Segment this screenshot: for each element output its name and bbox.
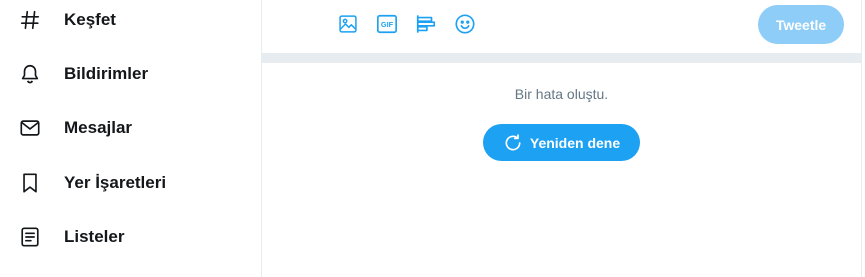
refresh-icon <box>503 133 523 153</box>
sidebar-item-label: Listeler <box>64 227 125 246</box>
sidebar-item-lists[interactable]: Listeler <box>0 217 240 257</box>
sidebar-item-label: Mesajlar <box>64 118 133 137</box>
sidebar-item-explore[interactable]: Keşfet <box>0 0 240 40</box>
image-icon[interactable] <box>336 12 360 36</box>
sidebar-item-notifications[interactable]: Bildirimler <box>0 54 240 94</box>
list-icon <box>18 225 42 249</box>
gif-icon-text: GIF <box>381 20 394 29</box>
sidebar-item-messages[interactable]: Mesajlar <box>0 108 240 148</box>
bell-icon <box>18 62 42 86</box>
composer-toolbar: GIF Tweetle <box>262 0 861 53</box>
sidebar-item-bookmarks[interactable]: Yer İşaretleri <box>0 163 240 203</box>
retry-button-label: Yeniden dene <box>529 134 621 151</box>
poll-icon[interactable] <box>414 12 438 36</box>
gif-icon[interactable]: GIF <box>375 12 399 36</box>
envelope-icon <box>18 116 42 140</box>
main-column: GIF Tweetle Bir hata oluştu. Yeniden den… <box>262 0 862 277</box>
sidebar-item-label: Yer İşaretleri <box>64 173 167 192</box>
emoji-icon[interactable] <box>453 12 477 36</box>
sidebar-item-label: Bildirimler <box>64 64 149 83</box>
hashtag-icon <box>18 8 42 32</box>
retry-button[interactable]: Yeniden dene <box>483 124 640 161</box>
sidebar-item-label: Keşfet <box>64 10 116 29</box>
sidebar-nav: Keşfet Bildirimler Mesajlar Yer İşaretle… <box>0 0 262 277</box>
error-message: Bir hata oluştu. <box>514 86 609 102</box>
section-divider <box>262 53 861 63</box>
tweet-button[interactable]: Tweetle <box>758 5 844 44</box>
bookmark-icon <box>18 171 42 195</box>
